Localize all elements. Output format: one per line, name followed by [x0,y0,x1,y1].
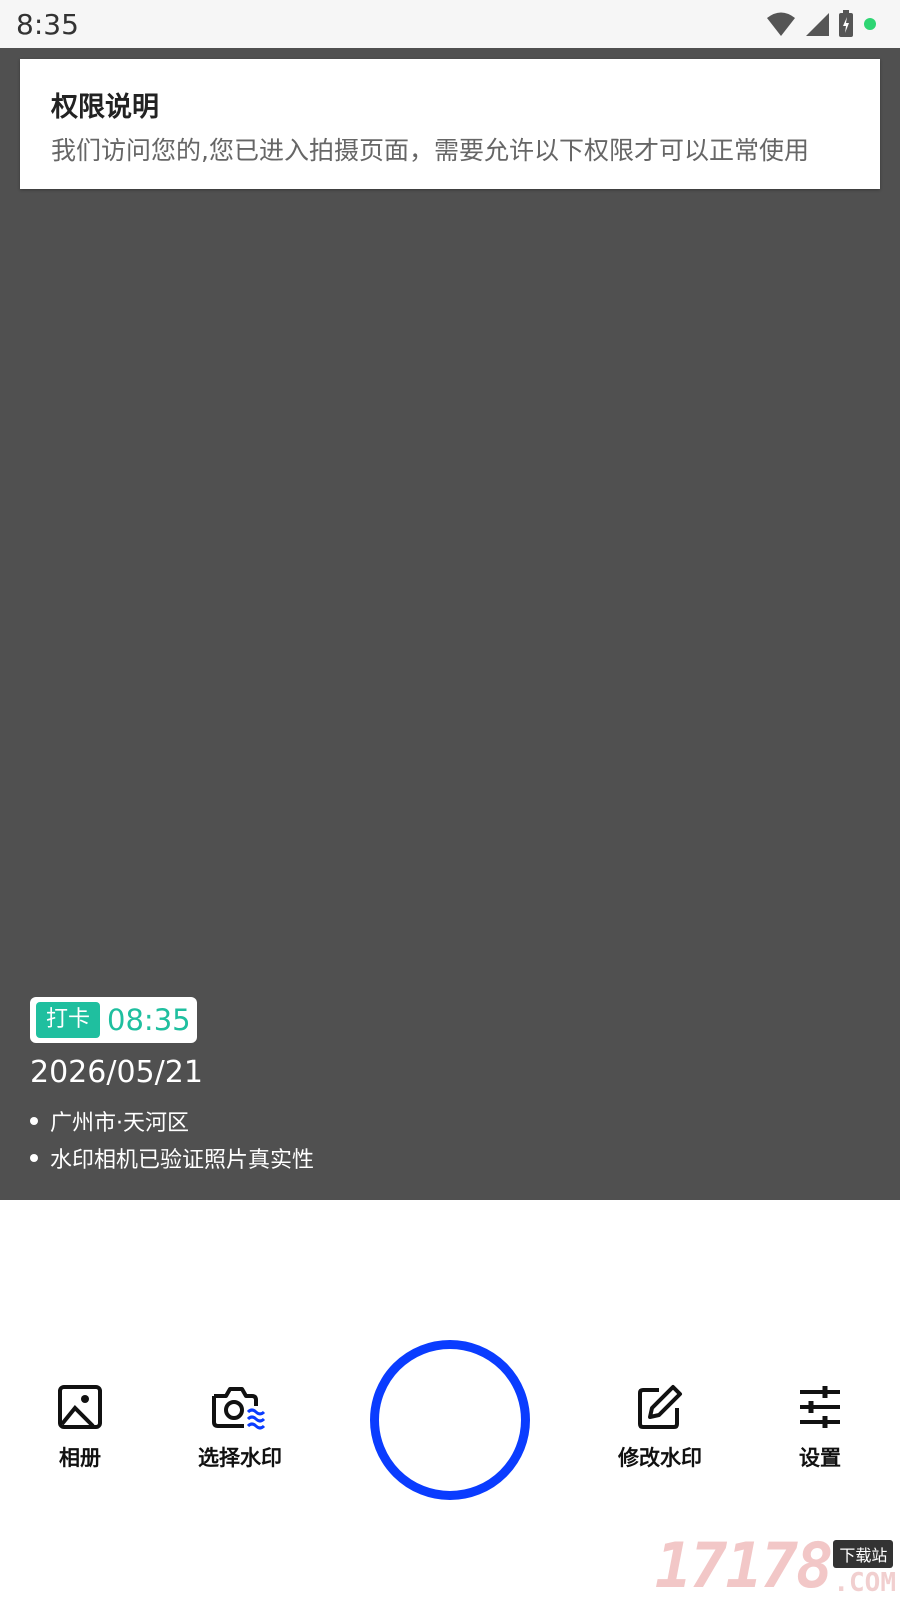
shutter-button[interactable] [370,1340,530,1500]
watermark-verify: 水印相机已验证照片真实性 [30,1142,314,1174]
signal-icon [806,13,829,36]
status-time: 8:35 [16,8,79,41]
edit-watermark-button[interactable]: 修改水印 [595,1382,725,1472]
image-icon [58,1385,102,1429]
permission-title: 权限说明 [51,92,159,123]
select-watermark-button[interactable]: 选择水印 [175,1382,305,1472]
album-button[interactable]: 相册 [15,1382,145,1472]
watermark-time: 08:35 [107,1003,191,1037]
settings-label: 设置 [799,1446,841,1470]
watermark-verify-text: 水印相机已验证照片真实性 [50,1148,315,1173]
watermark-date: 2026/05/21 [30,1055,203,1090]
site-watermark-number: 17178 [654,1529,834,1602]
site-watermark-download: 下载站 [833,1540,894,1568]
battery-icon [839,10,853,37]
select-watermark-label: 选择水印 [198,1446,282,1470]
watermark-location-text: 广州市·天河区 [50,1111,189,1136]
site-watermark-logo: 17178 下载站 .COM [654,1529,896,1602]
wifi-icon [767,12,795,36]
status-icons [766,10,878,38]
camera-watermark-icon [212,1387,266,1430]
site-watermark-suffix: .COM [833,1568,896,1598]
bullet-icon [30,1117,38,1125]
status-dot-icon [864,18,876,30]
bottom-toolbar: 相册 选择水印 修改水印 设置 17178 下载站 .COM [0,1200,900,1600]
edit-icon [638,1385,682,1429]
album-label: 相册 [59,1446,101,1470]
permission-body: 我们访问您的,您已进入拍摄页面，需要允许以下权限才可以正常使用 [51,136,809,165]
sliders-icon [800,1386,840,1428]
watermark-badge: 打卡 08:35 [30,997,197,1043]
status-bar: 8:35 [0,0,900,48]
site-watermark-side: 下载站 .COM [833,1540,896,1598]
edit-watermark-label: 修改水印 [618,1446,702,1470]
settings-button[interactable]: 设置 [755,1382,885,1472]
permission-card: 权限说明 我们访问您的,您已进入拍摄页面，需要允许以下权限才可以正常使用 [20,59,880,189]
watermark-location: 广州市·天河区 [30,1105,189,1137]
watermark-tag: 打卡 [36,1002,101,1038]
bullet-icon [30,1154,38,1162]
watermark-overlay[interactable]: 打卡 08:35 2026/05/21 广州市·天河区 水印相机已验证照片真实性 [30,997,314,1173]
